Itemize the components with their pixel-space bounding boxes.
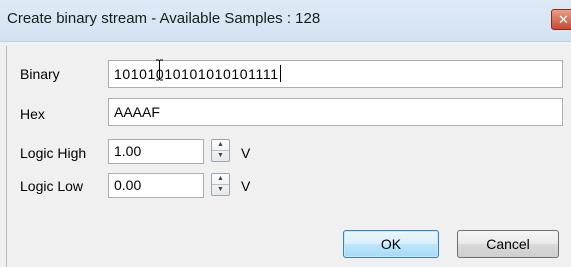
hex-input[interactable]: AAAAF — [108, 98, 563, 126]
binary-label: Binary — [20, 66, 60, 82]
chevron-down-icon: ▼ — [217, 186, 224, 193]
chevron-up-icon: ▲ — [217, 175, 224, 182]
logic-low-decrement-button[interactable]: ▼ — [212, 185, 229, 195]
logic-high-value: 1.00 — [114, 143, 142, 159]
chevron-up-icon: ▲ — [217, 141, 224, 148]
binary-input[interactable]: 10101010101010101111 — [108, 60, 563, 88]
binary-value: 10101010101010101111 — [114, 66, 279, 82]
dialog-title: Create binary stream - Available Samples… — [7, 10, 321, 27]
logic-high-unit: V — [241, 145, 251, 161]
logic-high-spinner[interactable]: ▲ ▼ — [211, 139, 230, 162]
text-caret — [279, 65, 281, 82]
hex-label: Hex — [20, 106, 45, 122]
logic-low-unit: V — [241, 178, 251, 194]
close-button[interactable]: ✕ — [551, 9, 571, 30]
ibeam-cursor-icon — [156, 59, 163, 81]
logic-low-value: 0.00 — [114, 177, 142, 193]
chevron-down-icon: ▼ — [217, 152, 224, 159]
close-icon: ✕ — [558, 12, 569, 27]
dialog-window: Create binary stream - Available Samples… — [0, 0, 571, 267]
window-frame-edge — [6, 46, 7, 267]
logic-low-increment-button[interactable]: ▲ — [212, 174, 229, 185]
ok-button[interactable]: OK — [343, 230, 439, 258]
logic-high-decrement-button[interactable]: ▼ — [212, 151, 229, 161]
cancel-button[interactable]: Cancel — [457, 230, 559, 258]
title-bar: Create binary stream - Available Samples… — [0, 0, 571, 42]
logic-high-label: Logic High — [20, 145, 87, 161]
logic-low-label: Logic Low — [20, 178, 84, 194]
logic-high-increment-button[interactable]: ▲ — [212, 140, 229, 151]
logic-low-input[interactable]: 0.00 — [108, 173, 204, 198]
logic-high-input[interactable]: 1.00 — [108, 139, 204, 164]
logic-low-spinner[interactable]: ▲ ▼ — [211, 173, 230, 196]
hex-value: AAAAF — [114, 104, 160, 120]
